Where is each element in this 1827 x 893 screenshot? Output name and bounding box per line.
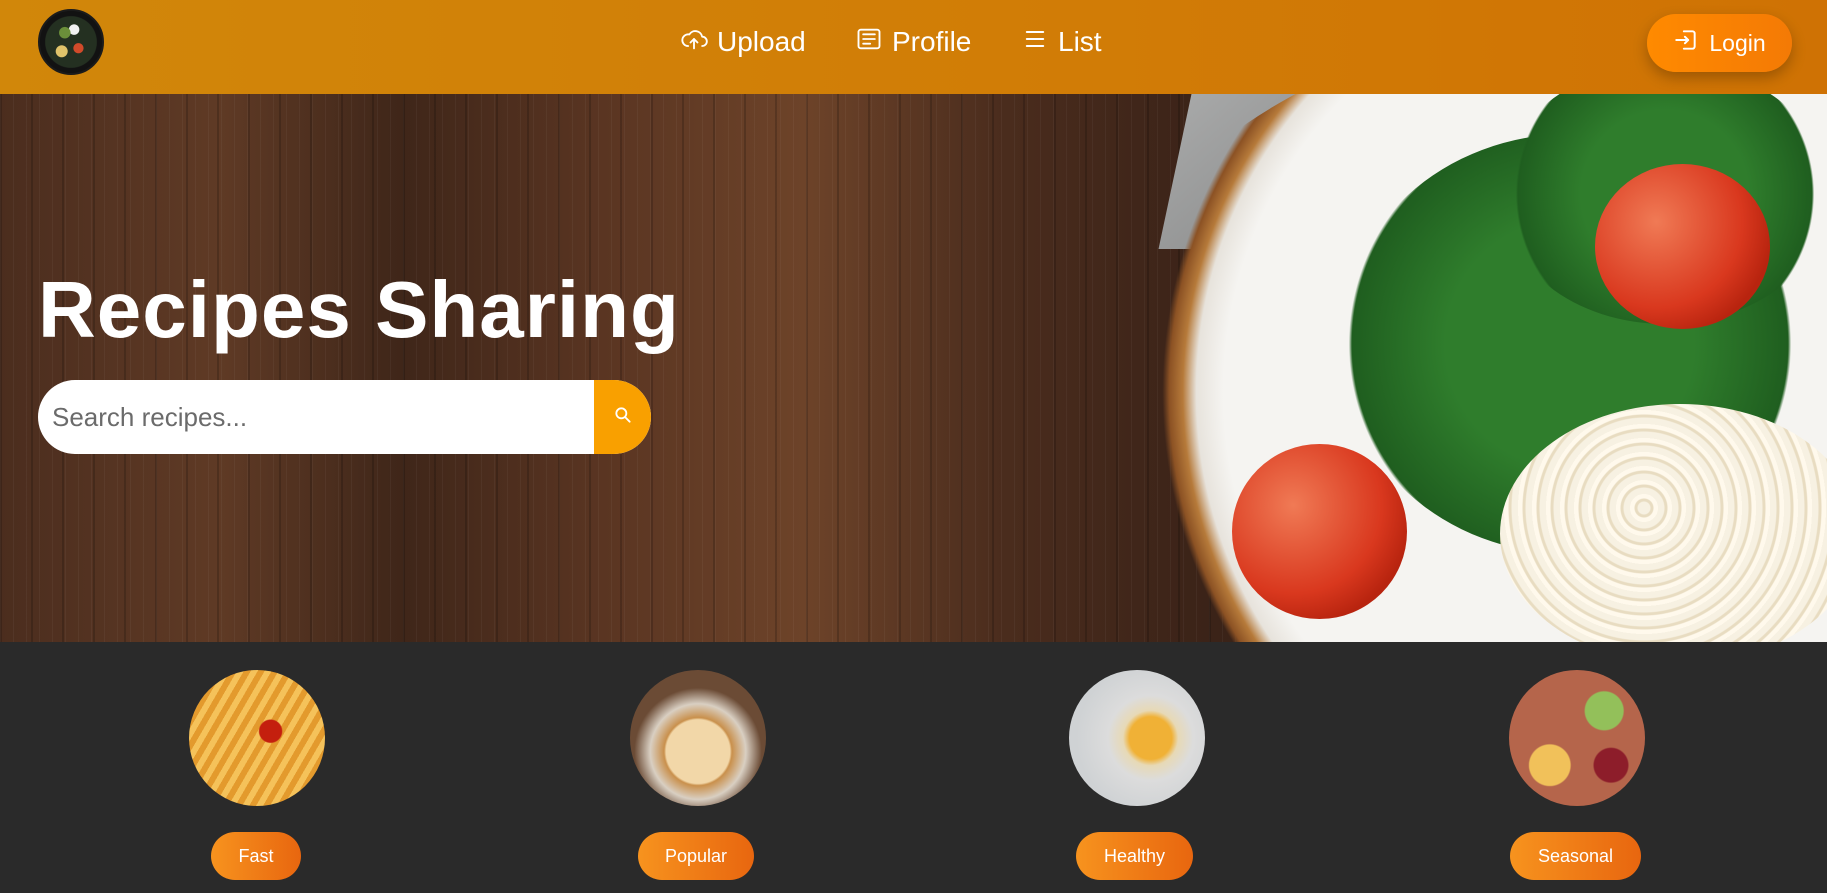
category-fast-button[interactable]: Fast <box>211 832 301 880</box>
nav-profile-link[interactable]: Profile <box>855 22 971 62</box>
nav-list-link[interactable]: List <box>1021 22 1102 62</box>
cloud-upload-icon <box>680 25 708 60</box>
search-button[interactable] <box>594 380 651 454</box>
category-popular-button[interactable]: Popular <box>638 832 754 880</box>
login-button[interactable]: Login <box>1647 14 1792 72</box>
category-seasonal-button[interactable]: Seasonal <box>1510 832 1641 880</box>
nav-list-label: List <box>1058 26 1102 57</box>
search-input[interactable] <box>38 380 594 454</box>
search-icon <box>613 405 633 430</box>
login-label: Login <box>1709 29 1766 56</box>
nav-profile-label: Profile <box>892 26 972 57</box>
id-card-icon <box>855 25 883 60</box>
search-bar <box>38 380 651 454</box>
nav-upload-label: Upload <box>717 26 806 57</box>
hero-banner: Recipes Sharing <box>0 94 1827 642</box>
nav-upload-link[interactable]: Upload <box>680 22 806 62</box>
site-logo[interactable] <box>38 9 104 75</box>
list-icon <box>1021 25 1049 60</box>
tomato-decoration <box>1595 164 1770 329</box>
category-healthy-image[interactable] <box>1069 670 1205 806</box>
login-icon <box>1673 27 1699 59</box>
category-fast-image[interactable] <box>189 670 325 806</box>
category-seasonal-image[interactable] <box>1509 670 1645 806</box>
category-healthy-button[interactable]: Healthy <box>1076 832 1193 880</box>
category-popular-image[interactable] <box>630 670 766 806</box>
hero-title: Recipes Sharing <box>38 265 680 354</box>
tomato-decoration <box>1232 444 1407 619</box>
top-nav-bar: Upload Profile List Login <box>0 0 1827 94</box>
